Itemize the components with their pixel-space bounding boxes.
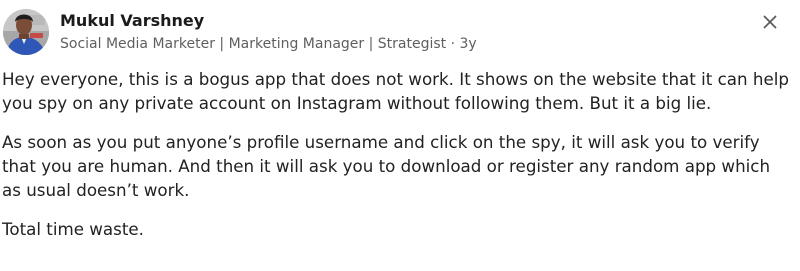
avatar-image	[3, 9, 49, 55]
author-avatar[interactable]	[3, 9, 49, 55]
meta-separator: ·	[450, 36, 456, 52]
post-paragraph-3: Total time waste.	[2, 219, 144, 239]
close-button[interactable]	[756, 8, 784, 36]
author-name[interactable]: Mukul Varshney	[60, 11, 204, 31]
post-card: Mukul Varshney Social Media Marketer | M…	[0, 0, 800, 271]
post-header: Mukul Varshney Social Media Marketer | M…	[0, 0, 800, 66]
post-paragraph-1: Hey everyone, this is a bogus app that d…	[2, 69, 789, 113]
author-headline: Social Media Marketer | Marketing Manage…	[60, 36, 447, 52]
post-paragraph-2: As soon as you put anyone’s profile user…	[2, 132, 771, 200]
post-body: Hey everyone, this is a bogus app that d…	[2, 67, 792, 256]
post-time: 3y	[459, 36, 477, 52]
author-meta: Social Media Marketer | Marketing Manage…	[60, 34, 477, 54]
close-icon	[763, 15, 777, 29]
